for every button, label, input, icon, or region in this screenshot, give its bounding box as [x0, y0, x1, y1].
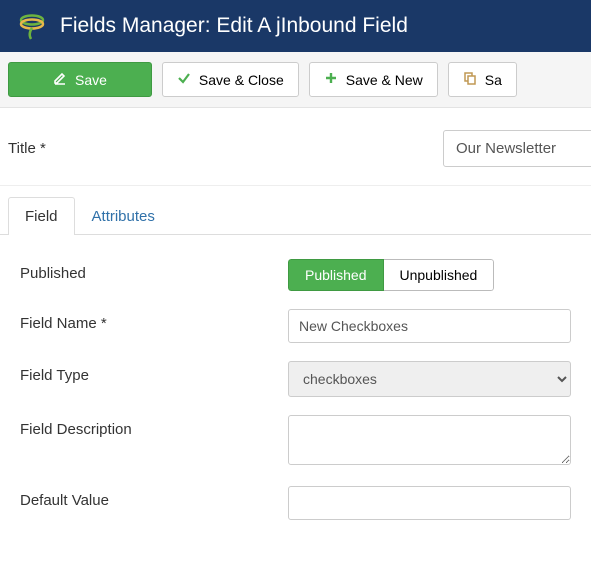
save-copy-label: Sa	[485, 72, 502, 88]
field-name-input[interactable]	[288, 309, 571, 343]
check-icon	[177, 71, 191, 88]
save-new-button[interactable]: Save & New	[309, 62, 438, 97]
row-default-value: Default Value	[20, 486, 571, 520]
title-input[interactable]	[443, 130, 591, 167]
copy-icon	[463, 71, 477, 88]
save-button-label: Save	[75, 72, 107, 88]
save-close-button[interactable]: Save & Close	[162, 62, 299, 97]
row-field-description: Field Description	[20, 415, 571, 468]
save-button[interactable]: Save	[8, 62, 152, 97]
default-value-input[interactable]	[288, 486, 571, 520]
row-field-name: Field Name *	[20, 309, 571, 343]
action-toolbar: Save Save & Close Save & New Sa	[0, 52, 591, 108]
tab-attributes[interactable]: Attributes	[75, 197, 172, 235]
title-row: Title *	[0, 108, 591, 186]
title-label: Title *	[8, 140, 443, 157]
save-new-label: Save & New	[346, 72, 423, 88]
tabs: Field Attributes	[0, 196, 591, 235]
page-title: Fields Manager: Edit A jInbound Field	[60, 14, 408, 38]
label-default-value: Default Value	[20, 486, 288, 520]
field-type-select[interactable]: checkboxes	[288, 361, 571, 397]
published-toggle: Published Unpublished	[288, 259, 494, 291]
logo-icon	[18, 12, 46, 40]
page-header: Fields Manager: Edit A jInbound Field	[0, 0, 591, 52]
row-published: Published Published Unpublished	[20, 259, 571, 291]
edit-icon	[53, 71, 67, 88]
plus-icon	[324, 71, 338, 88]
save-close-label: Save & Close	[199, 72, 284, 88]
tab-field[interactable]: Field	[8, 197, 75, 235]
label-published: Published	[20, 259, 288, 291]
row-field-type: Field Type checkboxes	[20, 361, 571, 397]
published-option-off[interactable]: Unpublished	[384, 259, 495, 291]
label-field-type: Field Type	[20, 361, 288, 397]
label-field-description: Field Description	[20, 415, 288, 468]
label-field-name: Field Name *	[20, 309, 288, 343]
form-panel: Published Published Unpublished Field Na…	[0, 235, 591, 562]
save-copy-button[interactable]: Sa	[448, 62, 517, 97]
field-description-textarea[interactable]	[288, 415, 571, 465]
published-option-on[interactable]: Published	[288, 259, 384, 291]
